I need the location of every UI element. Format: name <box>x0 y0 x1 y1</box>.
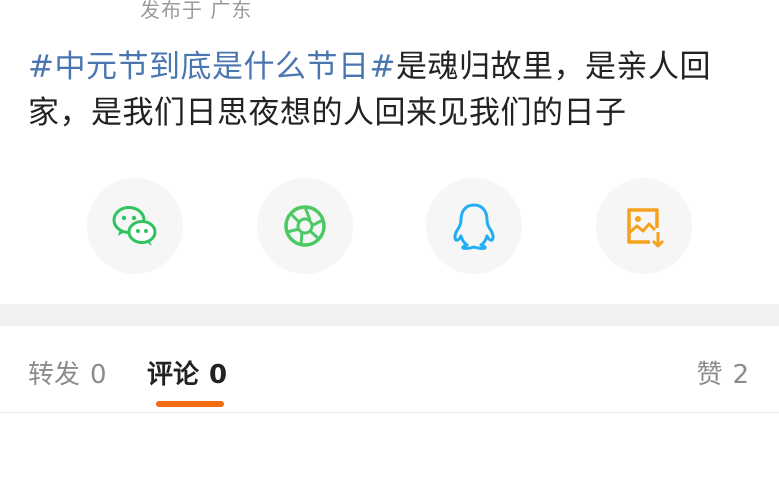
post-location-meta: 发布于 广东 <box>140 0 253 22</box>
tab-likes-label: 赞 <box>696 360 723 390</box>
tab-likes-count: 2 <box>732 360 749 390</box>
tab-comments-count: 0 <box>209 360 228 390</box>
tab-likes[interactable]: 赞2 <box>696 354 749 391</box>
wechat-icon <box>112 206 157 246</box>
tab-repost-count: 0 <box>90 360 107 390</box>
save-image-icon <box>627 208 665 248</box>
tab-repost-label: 转发 <box>28 360 81 390</box>
share-qq-button[interactable] <box>426 178 522 274</box>
tab-comments-label: 评论 <box>147 360 200 390</box>
qq-penguin-icon <box>453 203 495 250</box>
section-divider <box>0 304 779 326</box>
share-wechat-button[interactable] <box>87 178 183 274</box>
post-hashtag-link[interactable]: #中元节到底是什么节日# <box>28 49 396 85</box>
tab-repost[interactable]: 转发 0 <box>28 354 107 391</box>
camera-aperture-icon <box>284 205 326 247</box>
share-save-image-button[interactable] <box>596 178 692 274</box>
share-moments-button[interactable] <box>257 178 353 274</box>
share-row <box>0 178 779 274</box>
active-tab-indicator <box>156 401 224 407</box>
tab-comments[interactable]: 评论 0 <box>147 354 227 391</box>
interaction-tabs: 转发 0 评论 0 赞2 <box>0 326 779 413</box>
post-text: #中元节到底是什么节日#是魂归故里，是亲人回家，是我们日思夜想的人回来见我们的日… <box>28 44 748 136</box>
